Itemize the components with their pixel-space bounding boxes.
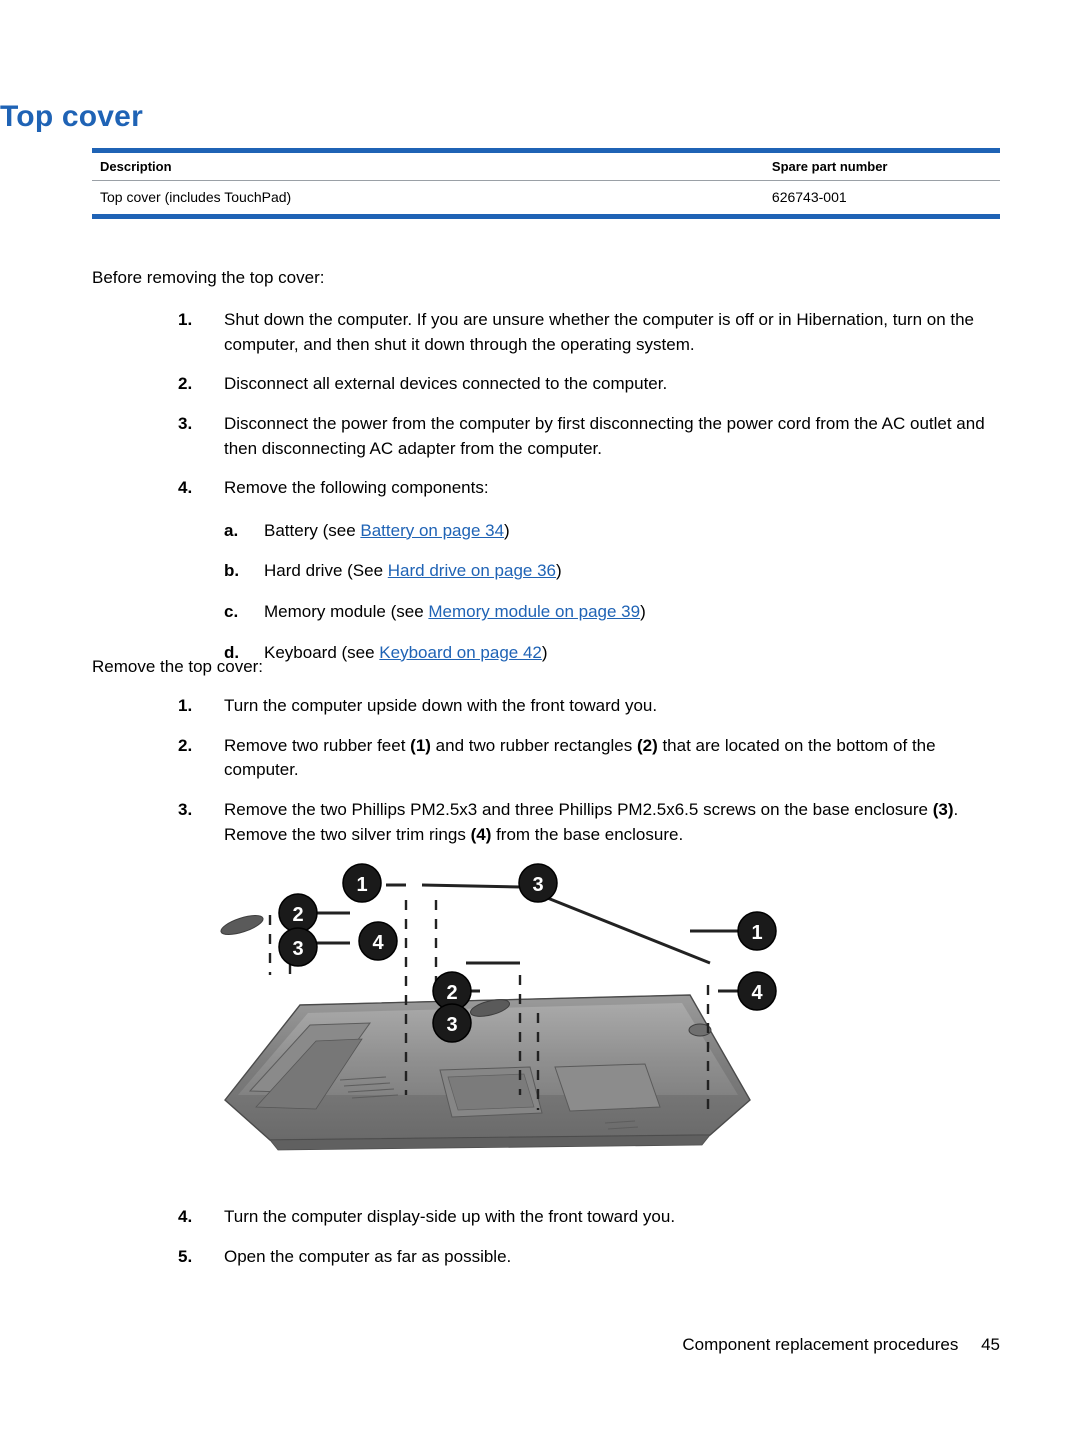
table-cell-description: Top cover (includes TouchPad)	[100, 189, 292, 205]
remove-step-2-text: Remove two rubber feet (1) and two rubbe…	[224, 734, 1008, 783]
callout-badge-3c: 3	[432, 1003, 472, 1043]
link-memory-module-on-page[interactable]: Memory module on page 39	[428, 602, 640, 621]
callout-badge-3a: 3	[518, 863, 558, 903]
callout-badge-1b: 1	[737, 911, 777, 951]
before-step-4-text: Remove the following components:	[224, 478, 489, 498]
before-removing-heading: Before removing the top cover:	[92, 268, 325, 287]
table-header-description: Description	[92, 153, 764, 181]
remove-step-2-marker: 2.	[178, 735, 193, 755]
remove-steps-list-continued: 4. Turn the computer display-side up wit…	[178, 1205, 1008, 1284]
footer-label: Component replacement procedures	[682, 1335, 959, 1354]
page-footer: Component replacement procedures 45	[682, 1335, 1000, 1355]
table-header-row: Description Spare part number	[92, 153, 1000, 181]
svg-text:2: 2	[446, 982, 457, 1004]
remove-top-cover-heading: Remove the top cover:	[92, 657, 264, 676]
link-battery-on-page[interactable]: Battery on page 34	[360, 521, 504, 540]
remove-step-5-marker: 5.	[178, 1246, 193, 1266]
component-b-pre: Hard drive (See	[264, 561, 388, 581]
table-row: Top cover (includes TouchPad) 626743-001	[92, 181, 1000, 215]
before-step-2-text: Disconnect all external devices connecte…	[224, 374, 668, 394]
component-item-b: b. Hard drive (See Hard drive on page 36…	[224, 559, 1008, 584]
callout-badge-4a: 4	[358, 921, 398, 961]
component-c-text: Memory module (see Memory module on page…	[264, 600, 1008, 625]
document-page: Top cover Description Spare part number …	[0, 0, 1080, 1437]
remove-step-4-marker: 4.	[178, 1207, 193, 1226]
before-step-1-marker: 1.	[178, 310, 193, 329]
remove-step-1-marker: 1.	[178, 696, 193, 715]
before-step-3: 3. Disconnect the power from the compute…	[178, 412, 1008, 461]
remove-step-4-text: Turn the computer display-side up with t…	[224, 1207, 676, 1226]
before-step-2-marker: 2.	[178, 374, 193, 394]
svg-text:3: 3	[532, 874, 543, 896]
callout-badge-2a: 2	[278, 893, 318, 933]
page-title: Top cover	[0, 100, 143, 133]
callout-ref-4: (4)	[470, 824, 492, 844]
svg-text:1: 1	[751, 922, 762, 944]
before-step-3-text: Disconnect the power from the computer b…	[224, 413, 985, 458]
table: Description Spare part number Top cover …	[92, 153, 1000, 214]
laptop-base-enclosure-figure: 1 3 2 4 3 1 2 3 4	[190, 845, 890, 1185]
callout-ref-2: (2)	[636, 735, 658, 755]
remove-step-1: 1. Turn the computer upside down with th…	[178, 694, 1008, 719]
callout-ref-1: (1)	[410, 735, 431, 755]
before-step-1: 1. Shut down the computer. If you are un…	[178, 308, 1008, 357]
component-item-a: a. Battery (see Battery on page 34)	[224, 519, 1008, 544]
svg-text:3: 3	[292, 938, 303, 960]
component-item-c: c. Memory module (see Memory module on p…	[224, 600, 1008, 625]
callout-badge-4b: 4	[737, 971, 777, 1011]
callout-ref-3: (3)	[932, 799, 954, 819]
table-header-spare-part-number: Spare part number	[763, 153, 1000, 181]
remove-step-5: 5. Open the computer as far as possible.	[178, 1245, 1008, 1270]
component-c-pre: Memory module (see	[264, 602, 429, 622]
table-cell-spare-part-number: 626743-001	[771, 189, 847, 205]
component-a-text: Battery (see Battery on page 34)	[264, 519, 1008, 544]
remove-step-1-text: Turn the computer upside down with the f…	[224, 696, 658, 715]
remove-step-2-seg0: Remove two rubber feet	[224, 735, 411, 755]
before-step-3-marker: 3.	[178, 413, 193, 433]
before-step-4: 4. Remove the following components:	[178, 476, 1008, 501]
component-b-post: )	[556, 561, 562, 581]
remove-step-4: 4. Turn the computer display-side up wit…	[178, 1205, 1008, 1230]
remove-step-3-marker: 3.	[178, 799, 193, 819]
remove-steps-list: 1. Turn the computer upside down with th…	[178, 694, 1008, 862]
remove-step-3-text: Remove the two Phillips PM2.5x3 and thre…	[224, 798, 1008, 847]
component-b-marker: b.	[224, 561, 240, 581]
component-b-text: Hard drive (See Hard drive on page 36)	[264, 559, 1008, 584]
remove-step-3: 3. Remove the two Phillips PM2.5x3 and t…	[178, 798, 1008, 847]
remove-step-5-text: Open the computer as far as possible.	[224, 1246, 512, 1266]
component-a-post: )	[504, 520, 510, 540]
remove-step-3-seg4: from the base enclosure.	[491, 824, 684, 844]
remove-step-2: 2. Remove two rubber feet (1) and two ru…	[178, 734, 1008, 783]
svg-text:3: 3	[446, 1014, 457, 1036]
component-a-marker: a.	[224, 520, 239, 540]
before-step-2: 2. Disconnect all external devices conne…	[178, 372, 1008, 397]
svg-text:2: 2	[292, 904, 303, 926]
component-c-post: )	[640, 602, 646, 622]
footer-page-number: 45	[981, 1335, 1000, 1354]
component-a-pre: Battery (see	[264, 520, 361, 540]
before-steps-list: 1. Shut down the computer. If you are un…	[178, 308, 1008, 675]
spare-part-table: Description Spare part number Top cover …	[92, 148, 1000, 219]
before-step-1-text: Shut down the computer. If you are unsur…	[224, 310, 975, 354]
remove-step-2-seg2: and two rubber rectangles	[430, 735, 637, 755]
callout-badge-1a: 1	[342, 863, 382, 903]
callout-badge-3b: 3	[278, 927, 318, 967]
svg-text:4: 4	[372, 932, 384, 954]
laptop-body-illustration	[224, 994, 751, 1151]
svg-text:1: 1	[356, 874, 367, 896]
table-bottom-rule	[92, 214, 1000, 219]
link-hard-drive-on-page[interactable]: Hard drive on page 36	[388, 561, 556, 580]
remove-step-3-seg0: Remove the two Phillips PM2.5x3 and thre…	[224, 799, 933, 819]
before-step-4-marker: 4.	[178, 478, 193, 498]
svg-text:4: 4	[751, 982, 763, 1004]
component-c-marker: c.	[224, 602, 239, 622]
